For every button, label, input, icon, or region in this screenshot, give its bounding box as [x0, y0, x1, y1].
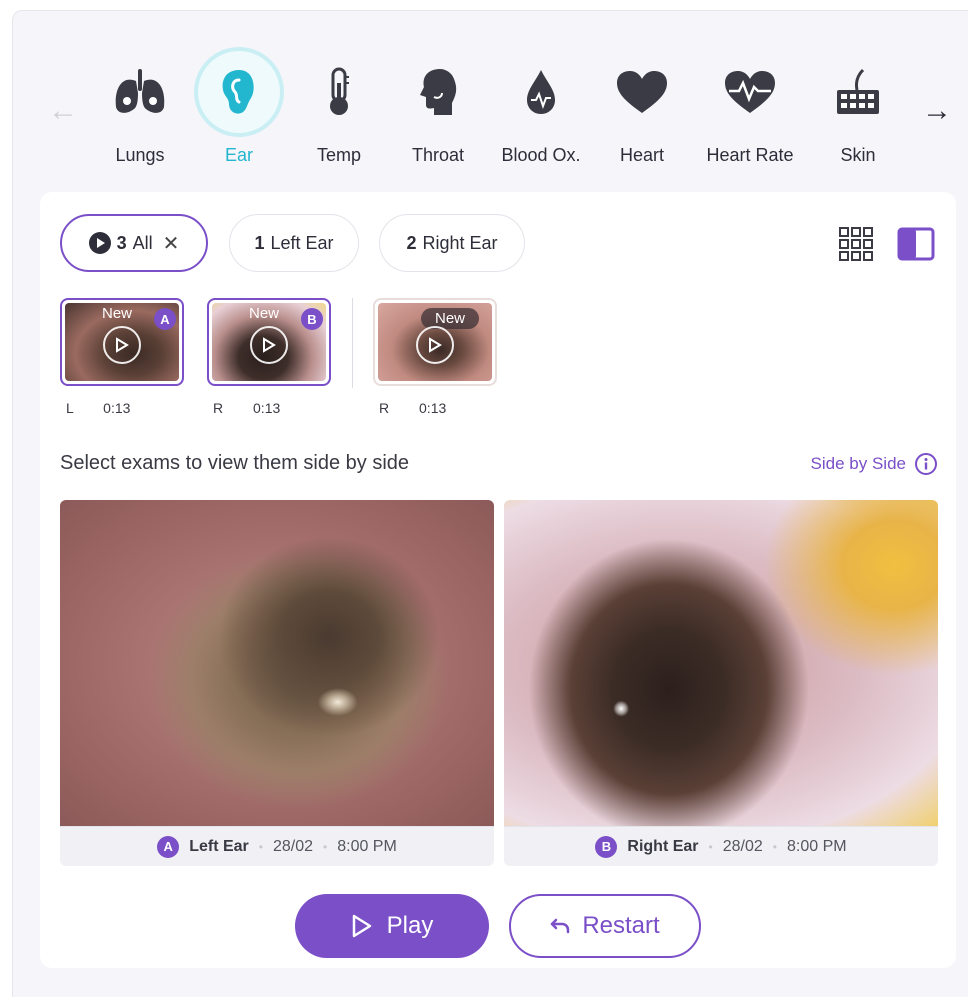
left-ear-panel: A Left Ear • 28/02 • 8:00 PM [60, 500, 494, 866]
separator: • [258, 839, 263, 854]
restart-icon [551, 918, 570, 934]
filter-left-ear[interactable]: 1 Left Ear [229, 214, 359, 272]
play-circle-icon [88, 232, 111, 254]
filter-right-ear[interactable]: 2 Right Ear [379, 214, 525, 272]
exam-badge: B [301, 308, 323, 330]
new-label: New [102, 305, 133, 322]
filter-label: All [132, 232, 153, 253]
exam-duration: 0:13 [103, 400, 131, 416]
exam-thumbnail-c[interactable]: New [373, 298, 497, 386]
filter-label: Right Ear [422, 232, 498, 253]
skin-icon [817, 51, 899, 133]
restart-button[interactable]: Restart [509, 894, 701, 958]
heart-rate-icon [709, 51, 791, 133]
exam-thumbnail-a[interactable]: New A [60, 298, 184, 386]
category-label: Lungs [115, 145, 165, 165]
new-label: New [249, 305, 280, 322]
thumbnail-meta: R 0:13 [213, 400, 280, 416]
throat-icon [397, 51, 479, 133]
blood-drop-icon [500, 51, 582, 133]
left-ear-image [60, 500, 494, 826]
play-icon [352, 914, 371, 938]
category-throat[interactable]: Throat [383, 47, 493, 177]
right-ear-caption: B Right Ear • 28/02 • 8:00 PM [504, 826, 938, 866]
play-button[interactable]: Play [295, 894, 489, 958]
play-icon[interactable] [416, 326, 454, 364]
side-by-side-link[interactable]: Side by Side [811, 452, 938, 476]
category-label: Temp [316, 145, 361, 165]
thermometer-icon [298, 51, 380, 133]
exam-badge: A [154, 308, 176, 330]
category-label: Heart [619, 145, 664, 165]
play-icon[interactable] [250, 326, 288, 364]
side-by-side-label: Side by Side [810, 454, 906, 473]
category-blood-ox[interactable]: Blood Ox. [486, 47, 596, 177]
thumbnail-meta: R 0:13 [379, 400, 446, 416]
exam-duration: 0:13 [253, 400, 281, 416]
exam-side: L [66, 400, 74, 416]
exam-badge: B [595, 835, 618, 858]
filter-all[interactable]: 3 All ✕ [60, 214, 208, 272]
category-skin[interactable]: Skin [803, 47, 913, 177]
category-label: Blood Ox. [501, 145, 581, 165]
filter-count: 2 [406, 232, 417, 253]
next-arrow-icon[interactable]: → [915, 89, 959, 133]
exam-viewer-frame: ← Lungs Ear Temp Throat Blood Ox. Heart … [12, 10, 968, 997]
grid-view-icon[interactable] [836, 226, 876, 262]
category-label: Throat [411, 145, 465, 165]
helper-text: Select exams to view them side by side [60, 452, 410, 474]
category-label: Heart Rate [706, 145, 794, 165]
filter-label: Left Ear [270, 232, 334, 253]
exam-date: 28/02 [722, 837, 763, 855]
category-heart-rate[interactable]: Heart Rate [695, 47, 805, 177]
exam-date: 28/02 [272, 837, 314, 855]
right-ear-image [504, 500, 938, 826]
lungs-icon [99, 51, 181, 133]
close-icon[interactable]: ✕ [163, 231, 180, 256]
prev-arrow-icon[interactable]: ← [41, 89, 85, 133]
category-nav: ← Lungs Ear Temp Throat Blood Ox. Heart … [13, 11, 968, 191]
separator: • [323, 839, 328, 854]
thumbnail-meta: L 0:13 [66, 400, 130, 416]
side-by-side-view-icon[interactable] [896, 226, 936, 262]
ear-icon [198, 51, 280, 133]
exam-thumbnail-b[interactable]: New B [207, 298, 331, 386]
restart-button-label: Restart [582, 912, 660, 939]
exam-card: 3 All ✕ 1 Left Ear 2 Right Ear New A L 0… [40, 192, 956, 968]
exam-name: Right Ear [627, 837, 699, 855]
thumbnail-divider [352, 298, 353, 388]
category-heart[interactable]: Heart [587, 47, 697, 177]
category-label: Skin [840, 145, 876, 165]
filter-count: 3 [116, 232, 127, 253]
exam-time: 8:00 PM [786, 837, 847, 855]
exam-time: 8:00 PM [337, 837, 397, 855]
exam-name: Left Ear [189, 837, 249, 855]
exam-badge: A [157, 835, 180, 858]
category-lungs[interactable]: Lungs [85, 47, 195, 177]
exam-side: R [379, 400, 390, 416]
left-ear-caption: A Left Ear • 28/02 • 8:00 PM [60, 826, 494, 866]
filter-count: 1 [254, 232, 265, 253]
exam-side: R [213, 400, 224, 416]
right-ear-panel: B Right Ear • 28/02 • 8:00 PM [504, 500, 938, 866]
exam-duration: 0:13 [419, 400, 447, 416]
play-button-label: Play [386, 912, 434, 939]
play-icon[interactable] [103, 326, 141, 364]
category-label: Ear [224, 145, 253, 165]
heart-icon [601, 51, 683, 133]
separator: • [708, 839, 713, 854]
category-ear[interactable]: Ear [184, 47, 294, 177]
info-icon[interactable] [914, 452, 938, 476]
separator: • [772, 839, 777, 854]
category-temp[interactable]: Temp [284, 47, 394, 177]
